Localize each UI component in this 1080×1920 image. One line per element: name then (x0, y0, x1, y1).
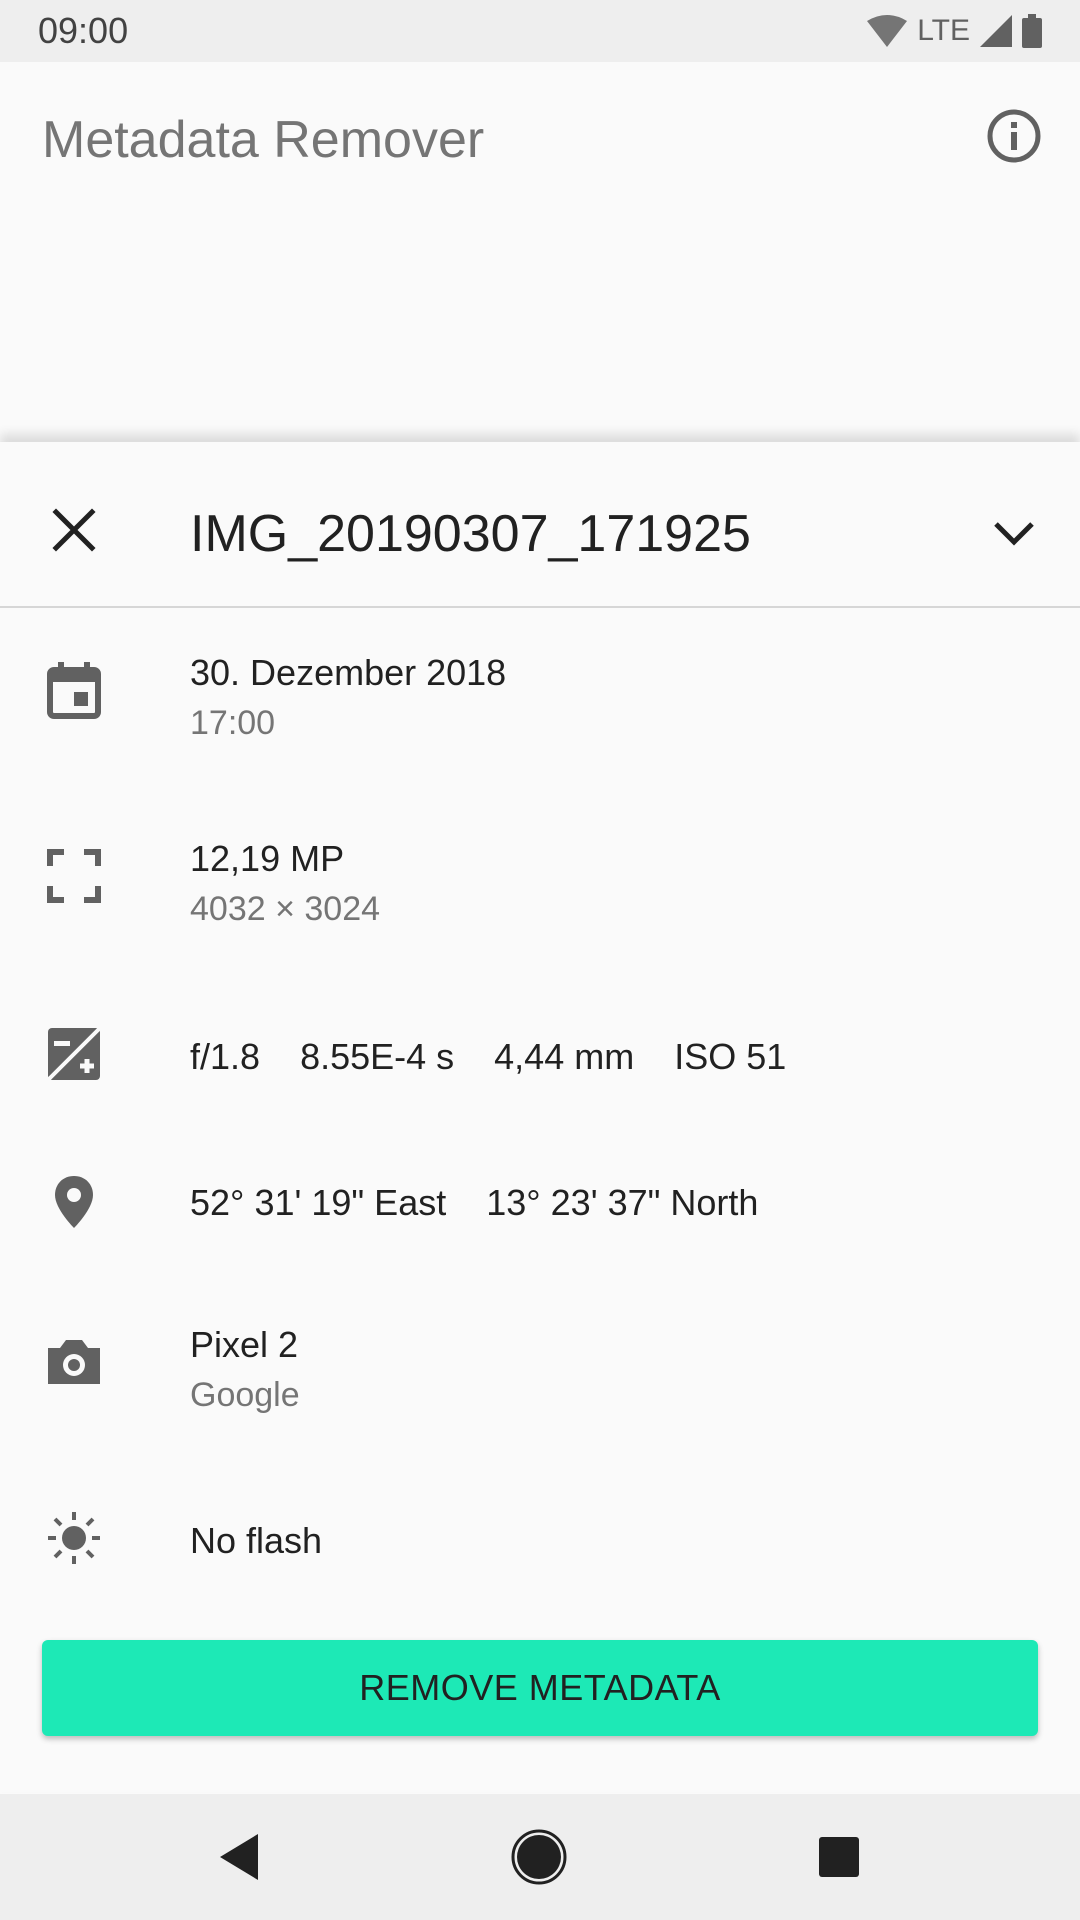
time-value: 17:00 (190, 704, 276, 742)
close-icon[interactable] (46, 502, 102, 558)
calendar-icon (47, 662, 101, 719)
exposure-icon (46, 1026, 102, 1082)
status-time: 09:00 (38, 10, 129, 51)
flash-text: No flash (190, 1520, 322, 1562)
resolution-text: 12,19 MP 4032 × 3024 (190, 838, 380, 929)
location-pin-icon (55, 1176, 93, 1228)
location-text: 52° 31' 19" East 13° 23' 37" North (190, 1182, 758, 1224)
sheet-header: IMG_20190307_171925 (0, 442, 1080, 608)
chevron-down-icon[interactable] (986, 506, 1042, 562)
camera-maker: Google (190, 1376, 300, 1414)
wifi-icon (867, 15, 908, 47)
info-icon[interactable] (984, 106, 1044, 166)
network-type: LTE (917, 14, 970, 47)
signal-icon (980, 15, 1012, 47)
recents-icon[interactable] (806, 1824, 872, 1890)
file-name: IMG_20190307_171925 (190, 505, 751, 563)
navigation-bar (0, 1794, 1080, 1920)
brightness-icon (48, 1512, 100, 1564)
back-icon[interactable] (206, 1824, 272, 1890)
coordinates: 52° 31' 19" East 13° 23' 37" North (190, 1182, 758, 1224)
latitude-value: 52° 31' 19" East (190, 1182, 447, 1223)
exposure-values: f/1.8 8.55E-4 s 4,44 mm ISO 51 (190, 1036, 786, 1078)
dimensions-value: 4032 × 3024 (190, 890, 381, 928)
battery-icon (1022, 14, 1042, 48)
app-bar: Metadata Remover (0, 62, 1080, 442)
app-title: Metadata Remover (42, 111, 485, 169)
screen: 09:00 LTE Metadata Remover IMG_20190307_… (0, 0, 1080, 1920)
date-text: 30. Dezember 2018 17:00 (190, 652, 506, 743)
megapixels-value: 12,19 MP (190, 838, 345, 879)
date-value: 30. Dezember 2018 (190, 652, 507, 693)
longitude-value: 13° 23' 37" North (486, 1182, 759, 1223)
iso-value: ISO 51 (674, 1036, 787, 1077)
status-icons: LTE (867, 14, 1042, 48)
home-icon[interactable] (506, 1824, 572, 1890)
flash-value: No flash (190, 1520, 323, 1561)
exposure-text: f/1.8 8.55E-4 s 4,44 mm ISO 51 (190, 1036, 786, 1078)
focal-length-value: 4,44 mm (494, 1036, 635, 1077)
camera-icon (48, 1340, 100, 1384)
remove-metadata-button[interactable]: REMOVE METADATA (42, 1640, 1038, 1736)
fullscreen-icon (47, 849, 101, 903)
camera-text: Pixel 2 Google (190, 1324, 300, 1415)
status-bar: 09:00 LTE (0, 0, 1080, 62)
shutter-value: 8.55E-4 s (300, 1036, 455, 1077)
details-sheet: IMG_20190307_171925 30. Dezember 2018 17… (0, 442, 1080, 1792)
aperture-value: f/1.8 (190, 1036, 261, 1077)
camera-model: Pixel 2 (190, 1324, 299, 1365)
